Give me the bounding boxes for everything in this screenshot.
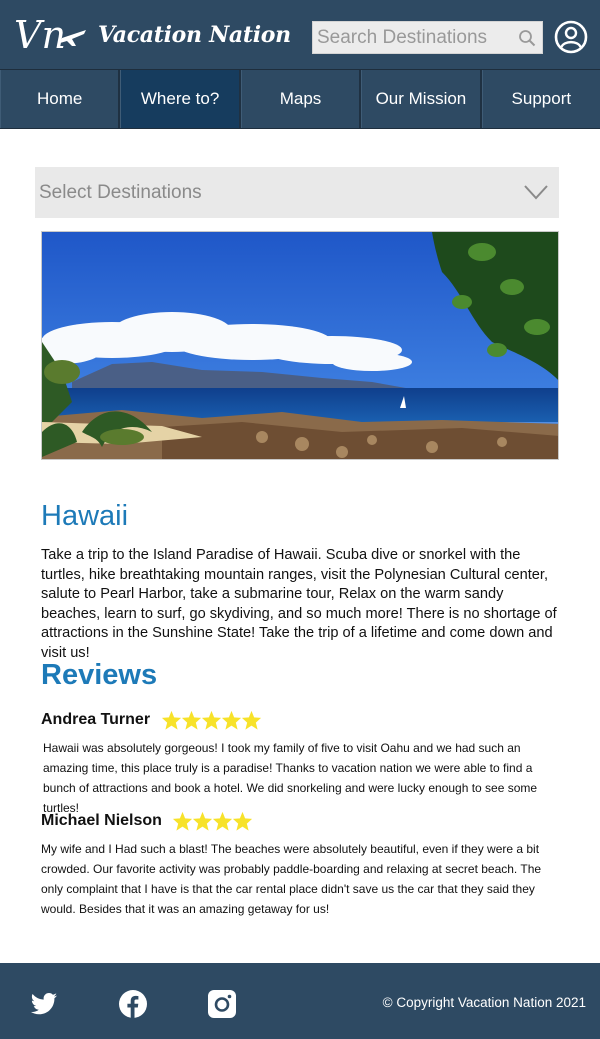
search-icon[interactable] [518,29,536,47]
reviewer-name: Andrea Turner [41,711,151,728]
destination-title: Hawaii [41,500,129,532]
star-rating [172,811,253,831]
destination-select[interactable]: Select Destinations [35,167,559,218]
review-text: Hawaii was absolutely gorgeous! I took m… [43,741,538,815]
beach-landscape-image [42,232,558,459]
reviews-heading: Reviews [41,659,158,691]
site-header: Vn Vacation Nation [0,0,600,69]
star-icon [193,811,213,831]
review-text: My wife and I Had such a blast! The beac… [41,842,542,916]
destination-photo [41,231,559,460]
review-item: Michael Nielson My wife and I Had such a… [41,811,561,919]
nav-label: Maps [279,89,322,108]
main-nav: Home Where to? Maps Our Mission Support [0,69,600,129]
star-icon [201,710,221,730]
nav-maps[interactable]: Maps [240,70,362,128]
brand-name[interactable]: Vacation Nation [98,22,291,48]
search-input[interactable] [313,22,513,53]
star-icon [221,710,241,730]
twitter-icon[interactable] [29,989,59,1019]
instagram-icon[interactable] [207,989,237,1019]
nav-label: Home [37,89,83,108]
star-icon [233,811,253,831]
star-icon [213,811,233,831]
star-icon [161,710,181,730]
nav-our-mission[interactable]: Our Mission [361,70,482,128]
nav-label: Support [511,89,572,108]
account-icon[interactable] [554,20,588,54]
star-rating [161,710,261,730]
nav-where-to[interactable]: Where to? [120,70,241,128]
nav-support[interactable]: Support [481,70,600,128]
facebook-icon[interactable] [118,989,148,1019]
chevron-down-icon [524,185,548,200]
site-footer: © Copyright Vacation Nation 2021 [0,963,600,1039]
copyright-text: © Copyright Vacation Nation 2021 [382,995,586,1010]
nav-label: Our Mission [375,89,467,108]
nav-home[interactable]: Home [0,70,121,128]
search-box [312,21,543,54]
star-icon [241,710,261,730]
review-item: Andrea Turner Hawaii was absolutely gorg… [41,710,561,818]
nav-label: Where to? [140,89,220,108]
logo-vn-plane-icon: Vn [14,13,86,57]
destination-select-label: Select Destinations [39,181,202,203]
logo[interactable]: Vn [12,8,88,60]
svg-text:Vn: Vn [14,13,66,57]
destination-description: Take a trip to the Island Paradise of Ha… [41,547,557,661]
star-icon [181,710,201,730]
reviewer-name: Michael Nielson [41,812,162,829]
star-icon [173,811,193,831]
